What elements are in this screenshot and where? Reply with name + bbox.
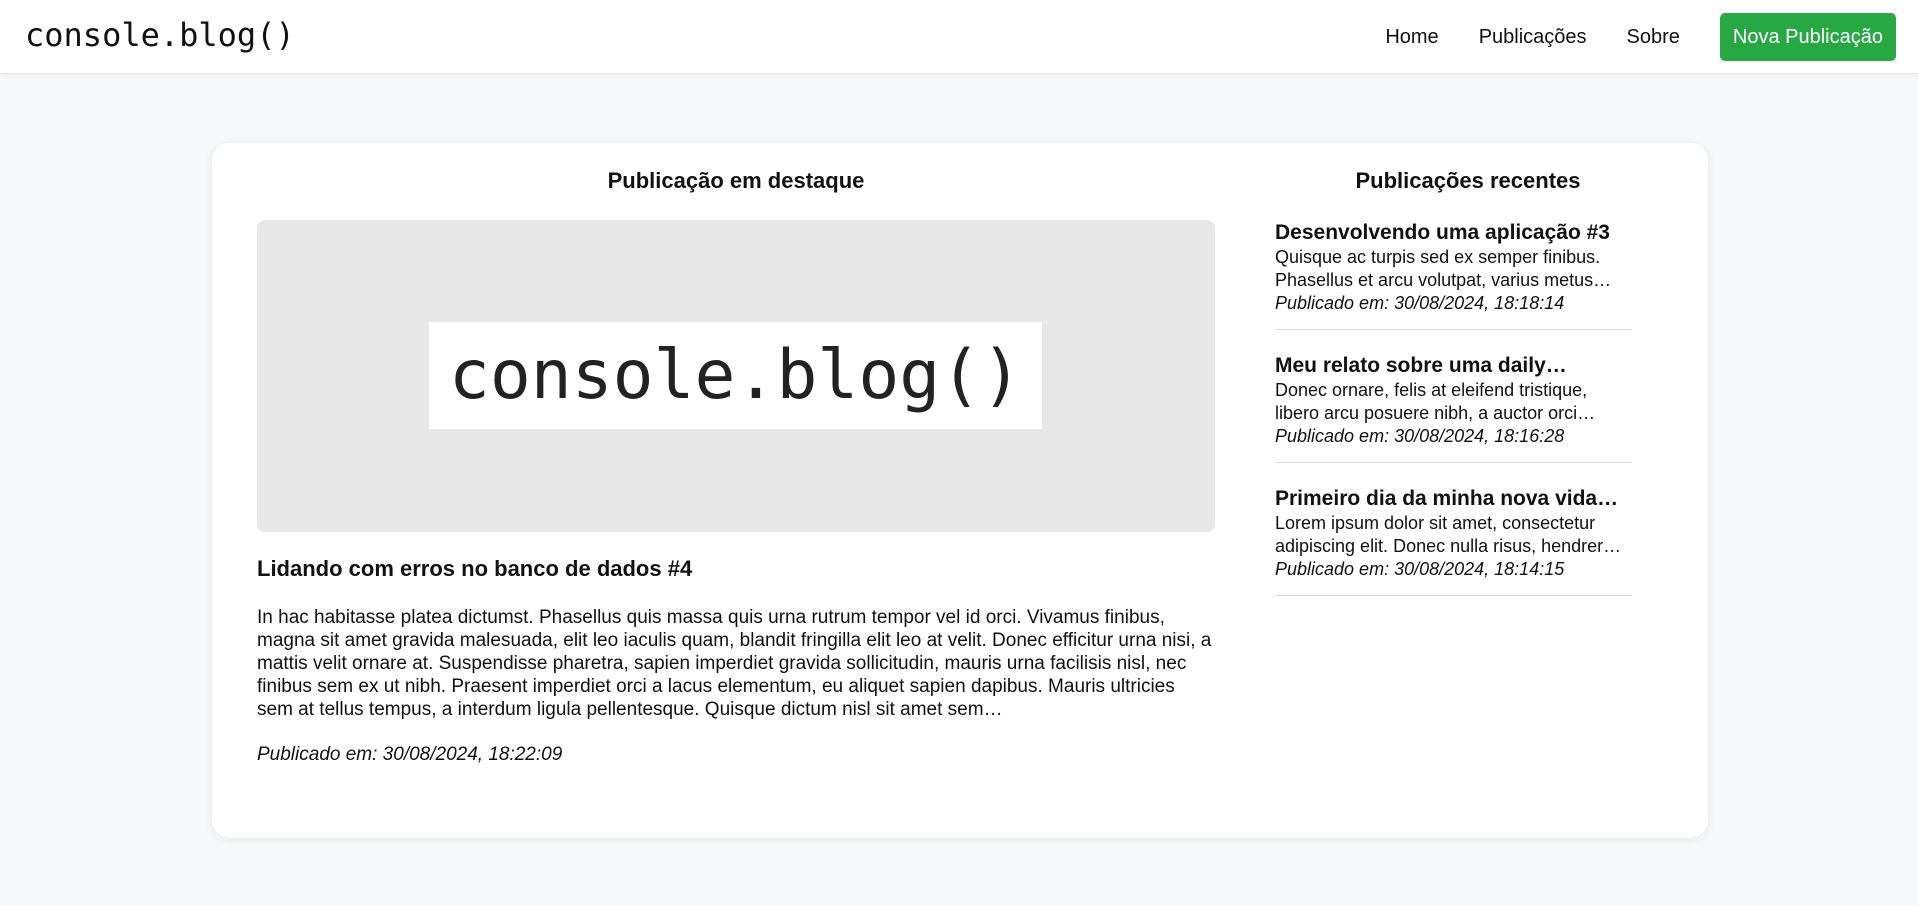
new-post-button[interactable]: Nova Publicação <box>1719 13 1896 61</box>
main-nav: Home Publicações Sobre Nova Publicação <box>1385 13 1896 61</box>
featured-post-excerpt: In hac habitasse platea dictumst. Phasel… <box>257 607 1212 720</box>
recent-posts-heading: Publicações recentes <box>1355 168 1581 193</box>
featured-image-logo: console.blog() <box>429 322 1042 429</box>
featured-post-date: Publicado em: 30/08/2024, 18:22:09 <box>257 744 563 765</box>
recent-post-item[interactable]: Desenvolvendo uma aplicação #3 Quisque a… <box>1275 220 1632 330</box>
recent-post-item[interactable]: Primeiro dia da minha nova vida… Lorem i… <box>1275 486 1632 596</box>
recent-post-excerpt-line: Lorem ipsum dolor sit amet, consectetur <box>1275 513 1596 533</box>
recent-post-excerpt-line: Phasellus et arcu volutpat, varius metus… <box>1275 270 1612 290</box>
recent-post-date: Publicado em: 30/08/2024, 18:16:28 <box>1275 426 1565 446</box>
recent-post-date: Publicado em: 30/08/2024, 18:18:14 <box>1275 293 1565 313</box>
recent-post-item[interactable]: Meu relato sobre uma daily… Donec ornare… <box>1275 353 1632 463</box>
featured-image[interactable]: console.blog() <box>257 220 1215 532</box>
recent-post-title[interactable]: Primeiro dia da minha nova vida… <box>1275 486 1665 512</box>
featured-post-title[interactable]: Lidando com erros no banco de dados #4 <box>257 556 692 582</box>
recent-post-date: Publicado em: 30/08/2024, 18:14:15 <box>1275 559 1565 579</box>
recent-post-excerpt: Lorem ipsum dolor sit amet, consectetur … <box>1275 512 1665 558</box>
nav-link-about[interactable]: Sobre <box>1627 26 1680 49</box>
recent-post-excerpt-line: Quisque ac turpis sed ex semper finibus. <box>1275 247 1601 267</box>
nav-link-home[interactable]: Home <box>1385 26 1438 49</box>
recent-post-excerpt: Donec ornare, felis at eleifend tristiqu… <box>1275 379 1665 425</box>
recent-post-title[interactable]: Desenvolvendo uma aplicação #3 <box>1275 220 1665 246</box>
recent-post-excerpt: Quisque ac turpis sed ex semper finibus.… <box>1275 246 1665 292</box>
recent-post-excerpt-line: adipiscing elit. Donec nulla risus, hend… <box>1275 536 1622 556</box>
recent-post-title[interactable]: Meu relato sobre uma daily… <box>1275 353 1665 379</box>
recent-posts-list: Desenvolvendo uma aplicação #3 Quisque a… <box>1275 220 1665 596</box>
nav-link-posts[interactable]: Publicações <box>1479 26 1587 49</box>
brand-logo-link[interactable]: console.blog() <box>25 16 295 54</box>
content-card: Publicação em destaque console.blog() Li… <box>212 143 1708 838</box>
recent-post-excerpt-line: Donec ornare, felis at eleifend tristiqu… <box>1275 380 1588 400</box>
featured-heading: Publicação em destaque <box>607 168 865 193</box>
recent-post-excerpt-line: libero arcu posuere nibh, a auctor orci… <box>1275 403 1596 423</box>
top-navbar: console.blog() Home Publicações Sobre No… <box>0 0 1918 74</box>
